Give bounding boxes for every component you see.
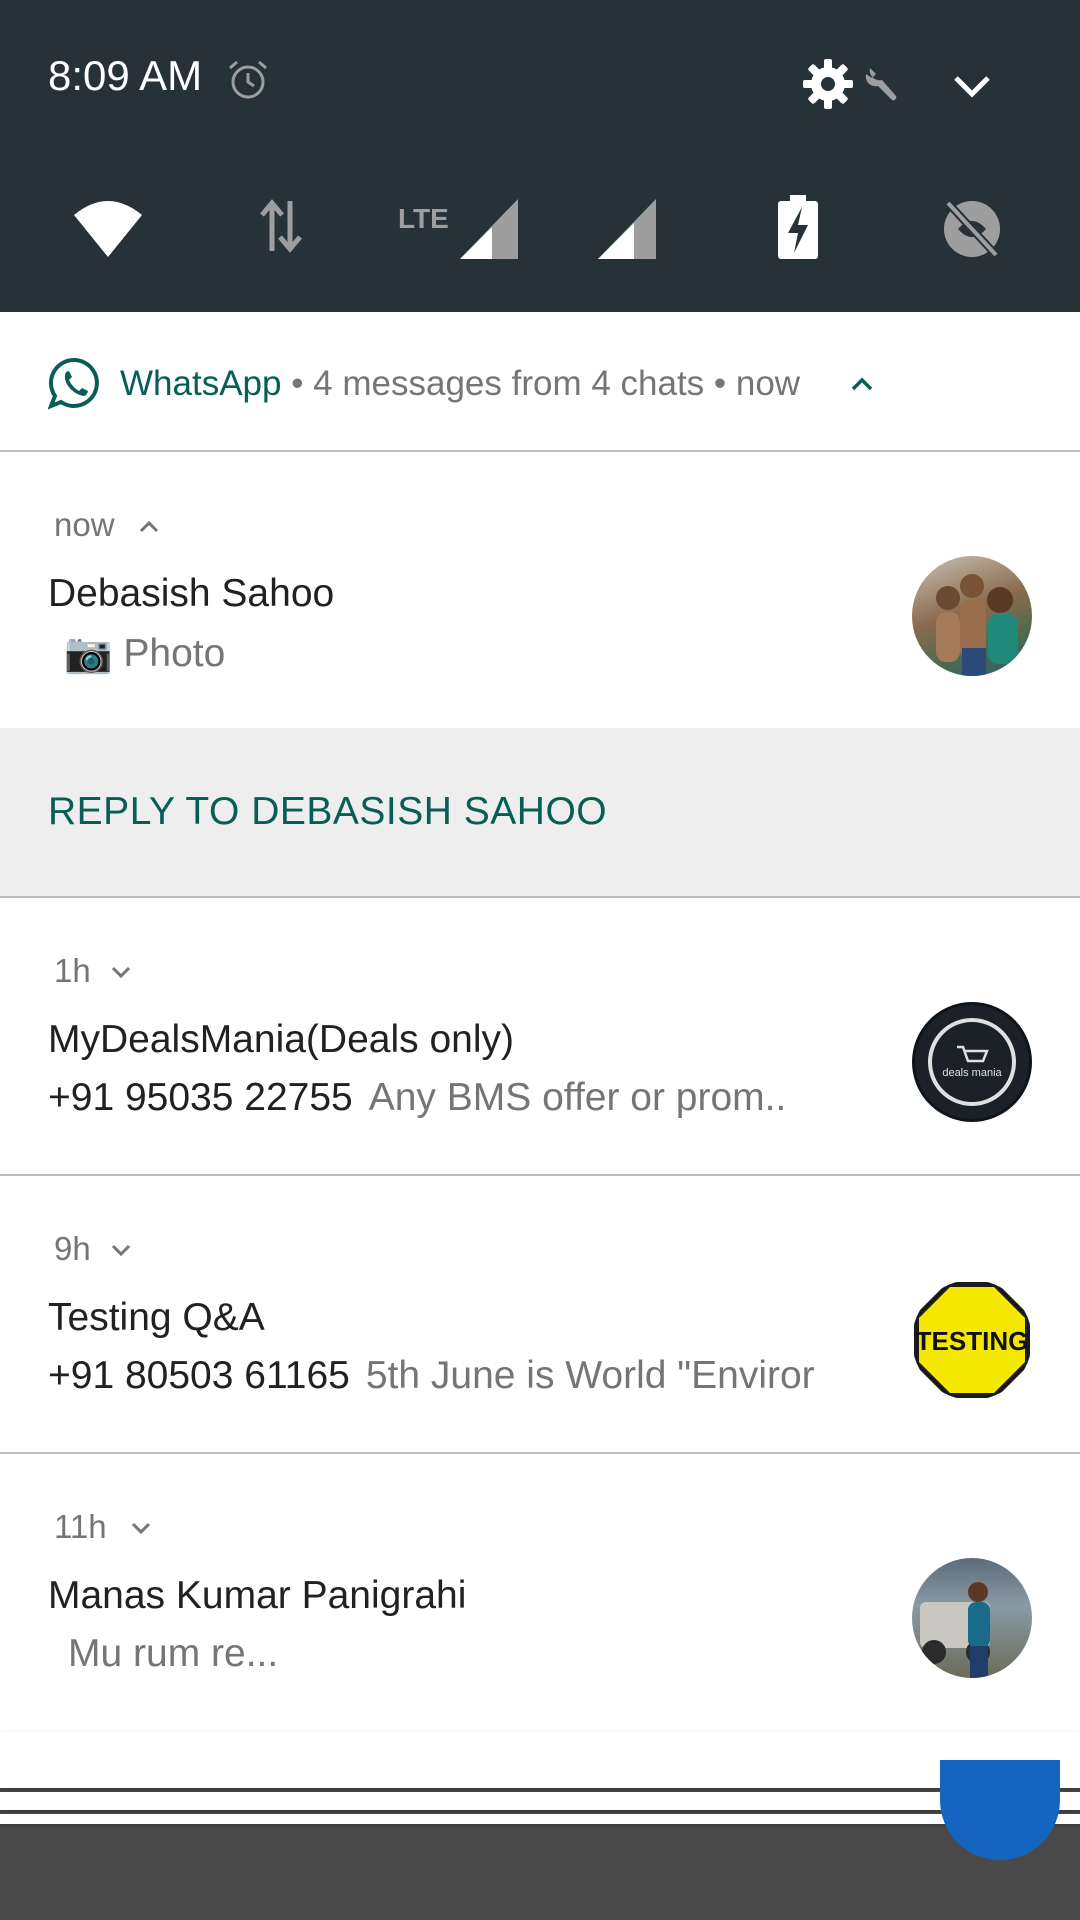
notification-time: 9h [54, 1230, 91, 1267]
contact-photo [936, 574, 1018, 676]
data-transfer-icon[interactable] [258, 195, 304, 257]
notification-message: Mu rum re... [68, 1632, 279, 1675]
notification-item[interactable]: 1h MyDealsMania(Deals only) +91 95035 22… [0, 898, 1080, 1174]
collapsed-notification-edge[interactable] [0, 1792, 1080, 1810]
notification-time: 11h [54, 1508, 107, 1545]
avatar [912, 556, 1032, 676]
collapse-chevron-icon[interactable] [950, 66, 994, 106]
chevron-down-icon[interactable] [110, 1242, 132, 1258]
notification-item[interactable]: 9h Testing Q&A +91 80503 61165 5th June i… [0, 1176, 1080, 1452]
floating-action-button-peek [940, 1760, 1060, 1860]
notification-time: 1h [54, 952, 91, 989]
contact-photo [920, 1582, 990, 1678]
quick-settings-row: LTE [0, 195, 1080, 265]
sender-number: +91 80503 61165 [48, 1354, 350, 1397]
wrench-icon [865, 68, 897, 101]
logo-text: deals mania [942, 1067, 1002, 1079]
lte-signal-icon[interactable] [458, 195, 520, 261]
deals-mania-logo: deals mania [928, 1018, 1016, 1106]
group-summary-text: • 4 messages from 4 chats • now [281, 364, 801, 403]
testing-sign-logo: TESTING [914, 1282, 1030, 1398]
reply-action-button[interactable]: REPLY TO DEBASISH SAHOO [0, 728, 1080, 896]
wifi-icon[interactable] [72, 195, 144, 261]
notification-message: 📷 Photo [64, 632, 226, 675]
chevron-up-icon[interactable] [850, 374, 874, 394]
notification-line: +91 95035 22755 Any BMS offer or prom.. [48, 1076, 864, 1120]
collapsed-notification-edge[interactable] [0, 1814, 1080, 1824]
battery-charging-icon[interactable] [776, 195, 820, 261]
notification-title: Testing Q&A [48, 1296, 265, 1339]
location-off-icon[interactable] [940, 195, 1004, 261]
settings-gear-icon[interactable] [800, 56, 856, 112]
notification-message: Any BMS offer or prom.. [368, 1076, 787, 1119]
chevron-down-icon[interactable] [130, 1520, 152, 1536]
notification-line: +91 80503 61165 5th June is World "Enviro… [48, 1354, 864, 1398]
notification-title: Manas Kumar Panigrahi [48, 1574, 467, 1617]
avatar: deals mania [912, 1002, 1032, 1122]
lte-label: LTE [398, 203, 449, 234]
clock-time: 8:09 AM [48, 52, 203, 99]
avatar [912, 1558, 1032, 1678]
status-bar: 8:09 AM LTE [0, 0, 1080, 312]
chevron-down-icon[interactable] [110, 964, 132, 980]
alarm-icon [229, 60, 267, 99]
notification-panel: WhatsApp • 4 messages from 4 chats • now… [0, 312, 1080, 1732]
notification-time: now [54, 506, 115, 543]
sender-number: +91 95035 22755 [48, 1076, 353, 1119]
notification-title: MyDealsMania(Deals only) [48, 1018, 514, 1061]
collapsed-notification-edge[interactable] [0, 1732, 1080, 1788]
whatsapp-icon [48, 357, 99, 410]
group-summary: WhatsApp • 4 messages from 4 chats • now [120, 364, 800, 404]
notification-item[interactable]: 11h Manas Kumar Panigrahi Mu rum re... [0, 1454, 1080, 1730]
group-header[interactable]: WhatsApp • 4 messages from 4 chats • now [0, 312, 1080, 452]
reply-action-label: REPLY TO DEBASISH SAHOO [48, 790, 608, 833]
app-name: WhatsApp [120, 364, 282, 403]
notification-title: Debasish Sahoo [48, 572, 335, 615]
notification-item[interactable]: now Debasish Sahoo 📷 Photo [0, 452, 1080, 728]
notification-message: 5th June is World "Enviror [365, 1354, 815, 1397]
signal-icon[interactable] [596, 195, 658, 261]
avatar: TESTING [912, 1280, 1032, 1400]
chevron-up-icon[interactable] [138, 518, 160, 534]
logo-text: TESTING [916, 1326, 1029, 1356]
